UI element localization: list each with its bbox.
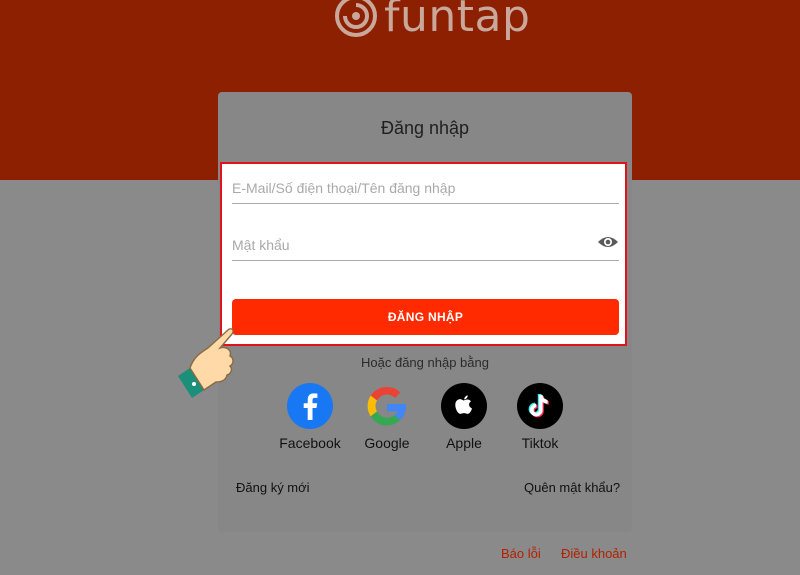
social-label: Tiktok xyxy=(521,435,559,451)
social-label: Facebook xyxy=(279,435,341,451)
eye-icon[interactable] xyxy=(597,235,619,249)
google-icon xyxy=(364,383,410,429)
login-title: Đăng nhập xyxy=(380,118,470,138)
password-field xyxy=(232,223,619,261)
social-label: Apple xyxy=(446,435,482,451)
tiktok-login-button[interactable]: Tiktok xyxy=(500,383,580,451)
apple-login-button[interactable]: Apple xyxy=(424,383,504,451)
forgot-password-link[interactable]: Quên mật khẩu? xyxy=(524,480,620,495)
brand-logo: funtap xyxy=(334,0,530,44)
username-field xyxy=(232,166,619,204)
tiktok-icon xyxy=(517,383,563,429)
funtap-swirl-icon xyxy=(335,0,377,37)
alt-login-text: Hoặc đăng nhập bằng xyxy=(361,355,489,370)
username-input[interactable] xyxy=(232,166,619,203)
report-bug-link[interactable]: Báo lỗi xyxy=(501,546,541,561)
terms-link[interactable]: Điều khoản xyxy=(561,546,627,561)
brand-name: funtap xyxy=(384,0,531,42)
google-login-button[interactable]: Google xyxy=(347,383,427,451)
register-link[interactable]: Đăng ký mới xyxy=(236,480,310,495)
facebook-icon xyxy=(287,383,333,429)
password-input[interactable] xyxy=(232,223,619,260)
apple-icon xyxy=(441,383,487,429)
login-button[interactable]: ĐĂNG NHẬP xyxy=(232,299,619,335)
social-label: Google xyxy=(364,435,410,451)
facebook-login-button[interactable]: Facebook xyxy=(270,383,350,451)
pointing-hand-icon xyxy=(178,328,234,398)
